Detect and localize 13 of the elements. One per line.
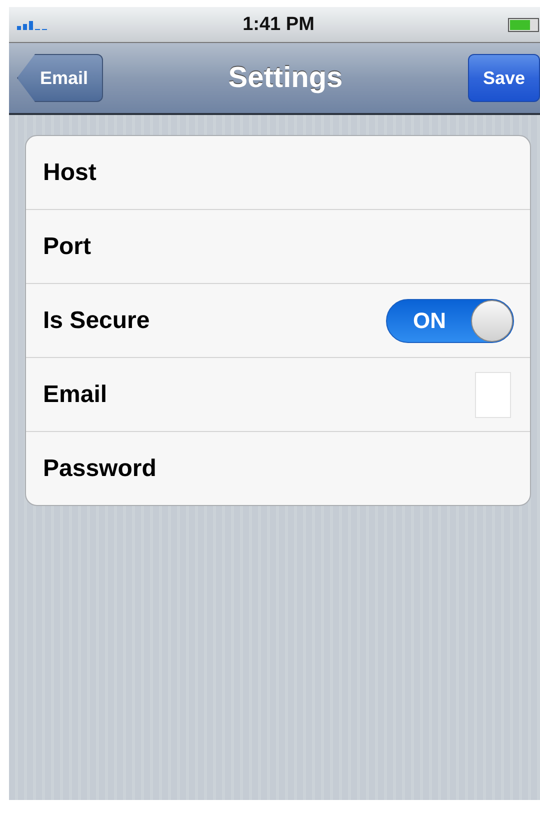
row-label: Is Secure bbox=[43, 306, 150, 334]
battery-icon bbox=[508, 18, 540, 32]
signal-icon bbox=[17, 20, 49, 30]
row-label: Email bbox=[43, 380, 108, 408]
row-label: Host bbox=[43, 158, 96, 186]
back-button[interactable]: Email bbox=[17, 54, 104, 102]
row-label: Port bbox=[43, 232, 91, 260]
toggle-switch[interactable]: ON bbox=[386, 298, 514, 342]
row-label: Password bbox=[43, 454, 156, 482]
input-field[interactable] bbox=[475, 372, 511, 418]
status-time: 1:41 PM bbox=[242, 14, 314, 36]
save-button[interactable]: Save bbox=[468, 54, 540, 102]
nav-title: Settings bbox=[228, 62, 343, 94]
